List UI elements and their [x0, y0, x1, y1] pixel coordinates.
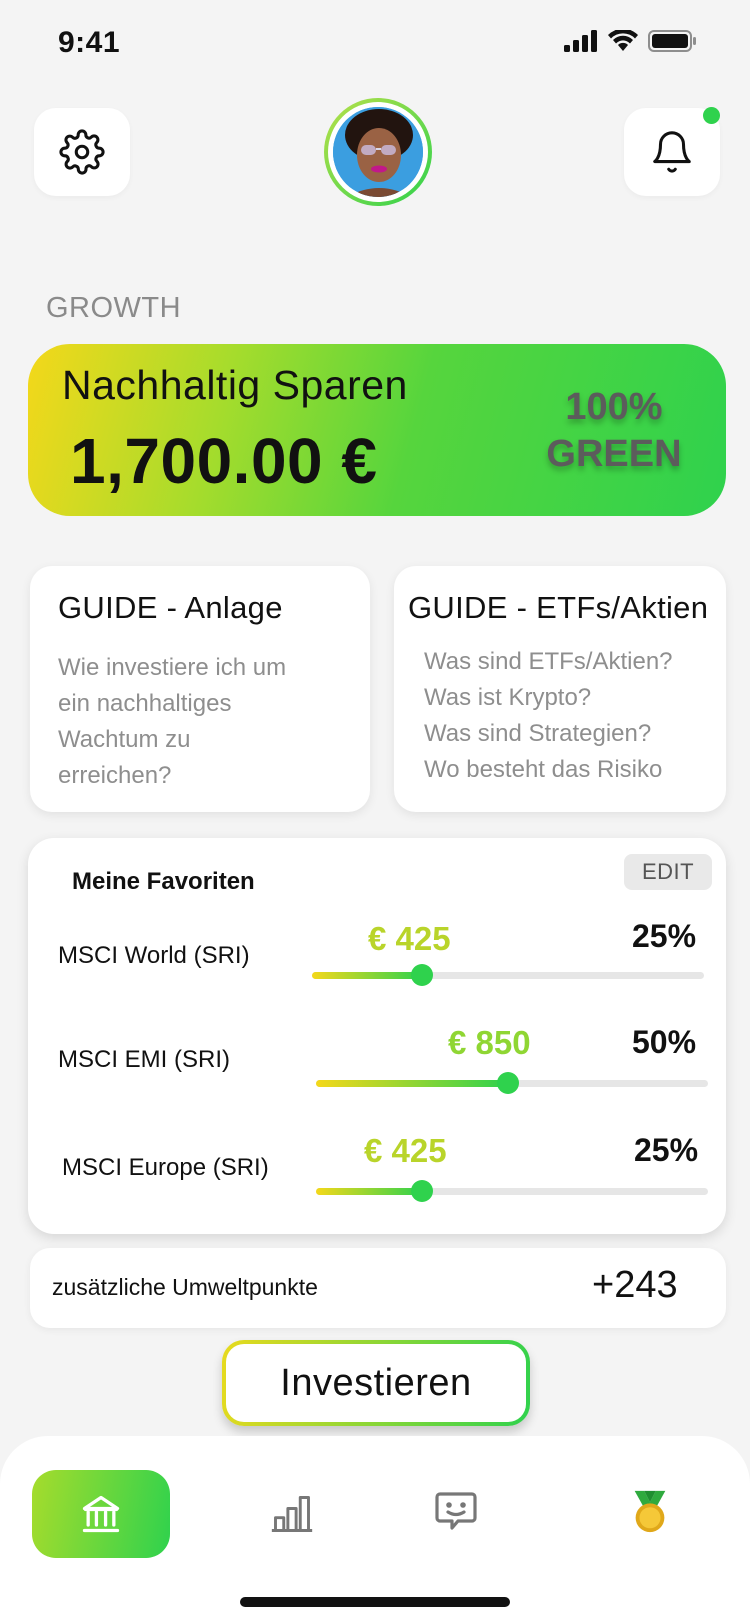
section-label: GROWTH [46, 292, 182, 324]
signal-icon [564, 30, 597, 52]
notification-badge [703, 107, 720, 124]
guide-line: erreichen? [58, 762, 172, 789]
allocation-slider[interactable] [316, 1180, 708, 1202]
guide-title: GUIDE - ETFs/Aktien [408, 590, 709, 625]
points-label: zusätzliche Umweltpunkte [52, 1274, 318, 1300]
slider-thumb[interactable] [497, 1072, 519, 1094]
slider-thumb[interactable] [411, 964, 433, 986]
guide-text: Wie investiere ich um ein nachhaltiges W… [58, 650, 286, 794]
status-time: 9:41 [58, 26, 121, 59]
green-badge-label: GREEN [546, 433, 682, 475]
points-value: +243 [592, 1264, 678, 1306]
bank-icon [82, 1495, 120, 1533]
bar-chart-icon [271, 1496, 313, 1532]
tab-bank[interactable] [32, 1470, 170, 1558]
wifi-icon [608, 30, 638, 51]
guide-card-etfs[interactable]: GUIDE - ETFs/Aktien Was sind ETFs/Aktien… [394, 566, 726, 812]
avatar-image [333, 107, 423, 197]
allocation-slider[interactable] [316, 1072, 708, 1094]
favorite-name: MSCI Europe (SRI) [62, 1154, 269, 1181]
favorite-percent: 25% [632, 918, 697, 954]
favorite-name: MSCI EMI (SRI) [58, 1046, 230, 1073]
guide-line[interactable]: Was sind Strategien? [424, 716, 673, 752]
allocation-slider[interactable] [312, 964, 704, 986]
medal-icon [634, 1490, 666, 1533]
guide-line: ein nachhaltiges [58, 690, 232, 717]
chat-face-icon [435, 1492, 477, 1530]
edit-button[interactable]: EDIT [624, 854, 712, 890]
guide-title: GUIDE - Anlage [58, 590, 283, 625]
slider-fill [316, 1080, 508, 1087]
favorite-name: MSCI World (SRI) [58, 942, 250, 969]
guide-line: Wie investiere ich um [58, 654, 287, 681]
slider-fill [312, 972, 422, 979]
bell-icon [653, 131, 691, 173]
green-badge-percent: 100% [565, 386, 663, 428]
guide-line[interactable]: Was sind ETFs/Aktien? [424, 644, 673, 680]
favorite-amount: € 425 [364, 1132, 447, 1169]
avatar[interactable] [324, 98, 432, 206]
guide-line: Wachtum zu [58, 726, 191, 753]
green-badge: 100% GREEN [540, 384, 688, 478]
guide-text: Was sind ETFs/Aktien? Was ist Krypto? Wa… [424, 644, 673, 788]
favorite-percent: 25% [634, 1132, 699, 1168]
settings-button[interactable] [34, 108, 130, 196]
slider-thumb[interactable] [411, 1180, 433, 1202]
slider-fill [316, 1188, 422, 1195]
guide-line[interactable]: Wo besteht das Risiko [424, 752, 673, 788]
status-icons [564, 30, 696, 52]
favorite-percent: 50% [632, 1024, 697, 1060]
savings-amount: 1,700.00 € [70, 425, 378, 497]
guide-line[interactable]: Was ist Krypto? [424, 680, 673, 716]
guide-card-anlage[interactable]: GUIDE - Anlage Wie investiere ich um ein… [30, 566, 370, 812]
home-indicator [240, 1597, 510, 1607]
favorite-amount: € 850 [448, 1024, 531, 1061]
tab-statistics[interactable] [252, 1474, 332, 1554]
invest-button-label: Investieren [226, 1344, 526, 1422]
invest-button[interactable]: Investieren [222, 1340, 530, 1426]
tab-rewards[interactable] [610, 1472, 690, 1552]
battery-icon [648, 30, 696, 52]
savings-title: Nachhaltig Sparen [62, 362, 408, 408]
gear-icon [59, 129, 105, 175]
favorites-title: Meine Favoriten [72, 868, 255, 895]
tab-chat[interactable] [416, 1472, 496, 1552]
favorite-amount: € 425 [368, 920, 451, 957]
